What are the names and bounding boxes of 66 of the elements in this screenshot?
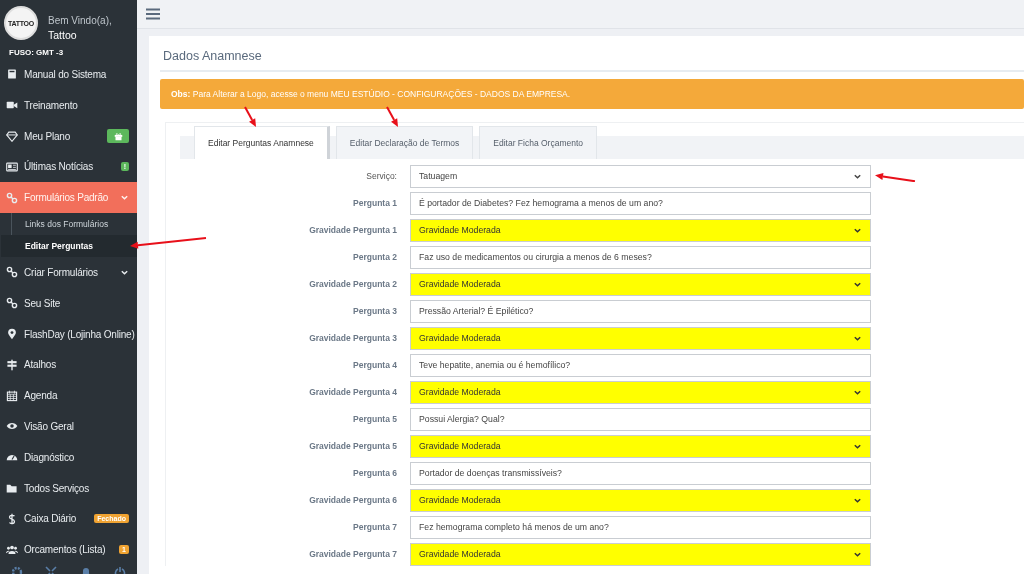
submenu-item[interactable]: Editar Perguntas: [1, 235, 137, 258]
sidebar-item-label: Seu Site: [24, 297, 62, 309]
greeting-text: Bem Vindo(a),: [48, 14, 112, 28]
field-label: Serviço:: [365, 171, 398, 182]
field-label: Gravidade Pergunta 1: [308, 225, 398, 236]
input-field[interactable]: Teve hepatite, anemia ou é hemofílico?: [410, 354, 871, 377]
submenu-item[interactable]: Links dos Formulários: [1, 213, 137, 236]
tab[interactable]: Editar Declaração de Termos: [335, 126, 474, 159]
sidebar-item-label: Visão Geral: [24, 420, 75, 432]
field-label: Gravidade Pergunta 7: [308, 549, 398, 560]
tab[interactable]: Editar Ficha Orçamento: [479, 126, 598, 159]
select-field[interactable]: Gravidade Moderada: [410, 327, 871, 350]
input-field[interactable]: Possui Alergia? Qual?: [410, 408, 871, 431]
field-label: Pergunta 1: [352, 198, 398, 209]
field-label: Gravidade Pergunta 5: [308, 441, 398, 452]
select-field[interactable]: Gravidade Moderada: [410, 435, 871, 458]
tab[interactable]: Editar Perguntas Anamnese: [194, 126, 330, 159]
input-field[interactable]: Portador de doenças transmissíveis?: [410, 462, 871, 485]
sidebar-item[interactable]: Visão Geral: [0, 411, 137, 442]
field-label: Gravidade Pergunta 3: [308, 333, 398, 344]
sidebar-item-label: Agenda: [24, 390, 59, 402]
sidebar-item-label: Todos Serviços: [24, 482, 90, 494]
select-field[interactable]: Tatuagem: [410, 165, 871, 188]
timezone-label: FUSO: GMT -3: [8, 47, 65, 59]
sidebar-item[interactable]: Atalhos: [0, 349, 137, 381]
sidebar-item-label: FlashDay (Lojinha Online): [24, 328, 135, 340]
sidebar-item-label: Criar Formulários: [24, 266, 99, 278]
sidebar-item-label: Orcamentos (Lista): [24, 544, 107, 556]
input-field[interactable]: Pressão Arterial? É Epilético?: [410, 300, 871, 323]
field-label: Gravidade Pergunta 6: [308, 495, 398, 506]
sidebar-item[interactable]: Meu Plano: [0, 120, 137, 152]
sidebar-item-label: Manual do Sistema: [24, 68, 108, 80]
sidebar-item-label: Treinamento: [24, 99, 79, 111]
sidebar-item-label: Últimas Notícias: [24, 161, 95, 173]
select-field[interactable]: Gravidade Moderada: [410, 543, 871, 566]
field-label: Pergunta 5: [352, 414, 398, 425]
sidebar-item-label: Atalhos: [24, 359, 57, 371]
sidebar-item-label: Diagnóstico: [24, 451, 76, 463]
field-label: Pergunta 7: [352, 522, 398, 533]
sidebar-item[interactable]: Agenda: [0, 380, 137, 411]
notice-text: Obs: Para Alterar a Logo, acesse o menu MEU ESTÚDIO - CONFIGURAÇÕES - DADOS DA EMPRESA.: [171, 89, 571, 99]
select-field[interactable]: Gravidade Moderada: [410, 381, 871, 404]
select-field[interactable]: Gravidade Moderada: [410, 489, 871, 512]
select-field[interactable]: Gravidade Moderada: [410, 219, 871, 242]
sidebar-item-label: Formulários Padrão: [24, 192, 110, 204]
input-field[interactable]: Faz uso de medicamentos ou cirurgia a menos de 6 meses?: [410, 246, 871, 269]
field-label: Pergunta 3: [352, 306, 398, 317]
field-label: Gravidade Pergunta 4: [308, 387, 398, 398]
sidebar-item[interactable]: Manual do Sistema: [0, 59, 137, 90]
sidebar-item-label: Meu Plano: [24, 130, 71, 142]
select-field[interactable]: Gravidade Moderada: [410, 273, 871, 296]
sidebar-item[interactable]: FlashDay (Lojinha Online): [0, 318, 137, 350]
sidebar-item[interactable]: Seu Site: [0, 287, 137, 319]
sidebar-item[interactable]: Diagnóstico: [0, 441, 137, 473]
field-label: Gravidade Pergunta 2: [308, 279, 398, 290]
user-name: Tattoo: [48, 28, 78, 42]
sidebar-item[interactable]: Treinamento: [0, 89, 137, 121]
sidebar-item-label: Caixa Diário: [24, 513, 78, 525]
sidebar-item[interactable]: Criar Formulários: [0, 257, 137, 288]
input-field[interactable]: Fez hemograma completo há menos de um ano?: [410, 516, 871, 539]
field-label: Pergunta 4: [352, 360, 398, 371]
page-title: Dados Anamnese: [160, 36, 1024, 72]
sidebar-item[interactable]: Todos Serviços: [0, 472, 137, 504]
input-field[interactable]: É portador de Diabetes? Fez hemograma a menos de um ano?: [410, 192, 871, 215]
field-label: Pergunta 2: [352, 252, 398, 263]
field-label: Pergunta 6: [352, 468, 398, 479]
